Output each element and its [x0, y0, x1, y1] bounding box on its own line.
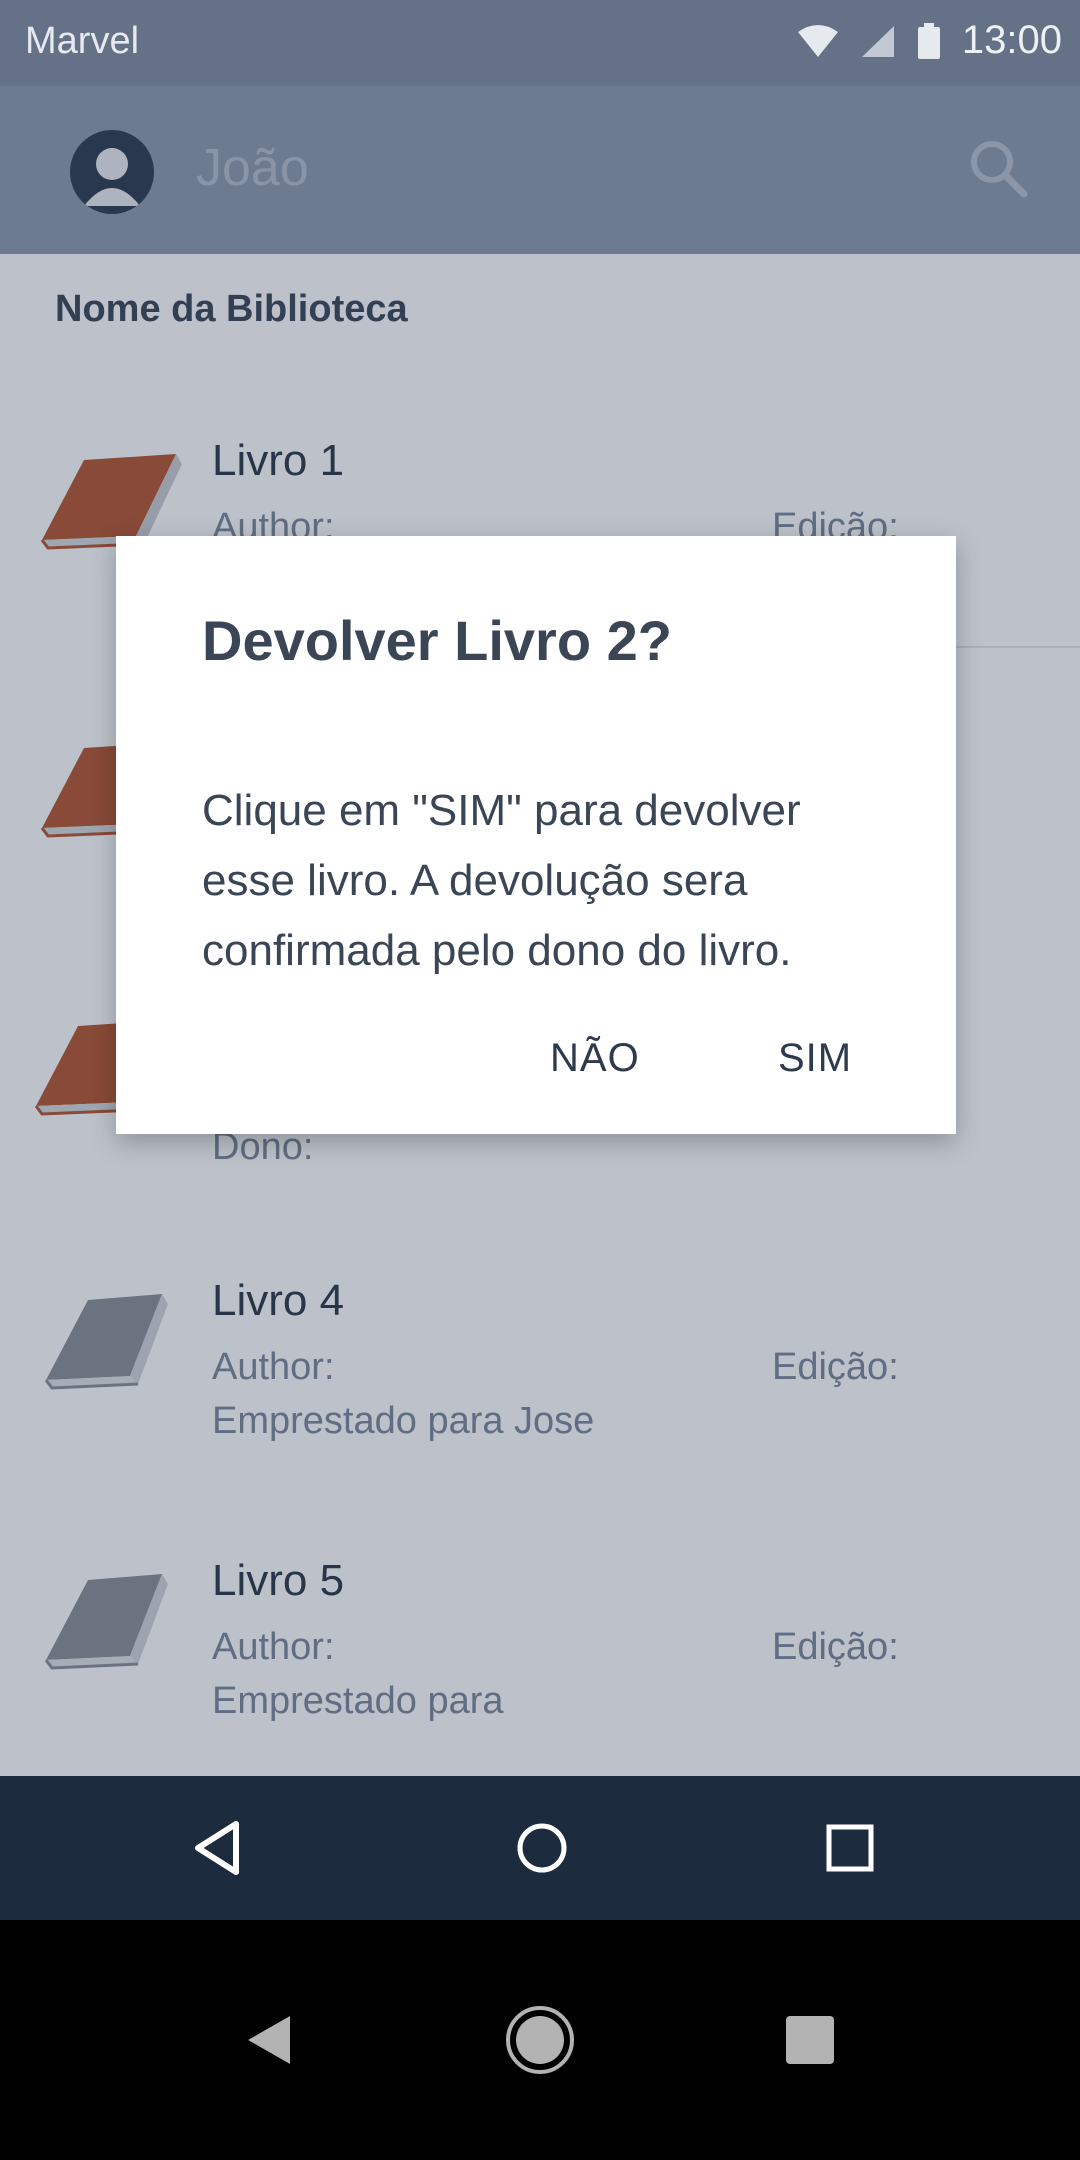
app-screen: Marvel 13:00 João Nome da Biblioteca Liv… [0, 0, 1080, 1920]
home-icon [517, 1823, 567, 1873]
system-nav-bar [0, 1920, 1080, 2160]
dialog-message: Clique em "SIM" para devolver esse livro… [202, 786, 801, 975]
battery-icon [917, 22, 940, 59]
status-icons: 13:00 [797, 18, 1062, 63]
recents-icon [826, 1824, 874, 1872]
wifi-icon [797, 24, 838, 57]
system-home-button[interactable] [498, 1998, 582, 2082]
nav-recents-button[interactable] [818, 1816, 882, 1880]
carrier-label: Marvel [25, 20, 140, 62]
nav-home-button[interactable] [510, 1816, 574, 1880]
app-nav-bar [0, 1776, 1080, 1920]
yes-button[interactable]: SIM [778, 1036, 852, 1081]
return-book-dialog: Devolver Livro 2? Clique em "SIM" para d… [116, 536, 956, 1134]
system-recents-button[interactable] [768, 1998, 852, 2082]
clock: 13:00 [961, 18, 1062, 62]
system-back-button[interactable] [228, 1998, 312, 2082]
back-icon [248, 2016, 290, 2064]
back-icon [195, 1821, 239, 1875]
no-button[interactable]: NÃO [550, 1036, 640, 1081]
signal-icon [861, 25, 894, 57]
status-bar: Marvel 13:00 [0, 0, 1080, 86]
home-icon [506, 2006, 574, 2074]
dialog-title: Devolver Livro 2? [202, 609, 672, 672]
nav-back-button[interactable] [186, 1816, 250, 1880]
recents-icon [786, 2016, 834, 2064]
